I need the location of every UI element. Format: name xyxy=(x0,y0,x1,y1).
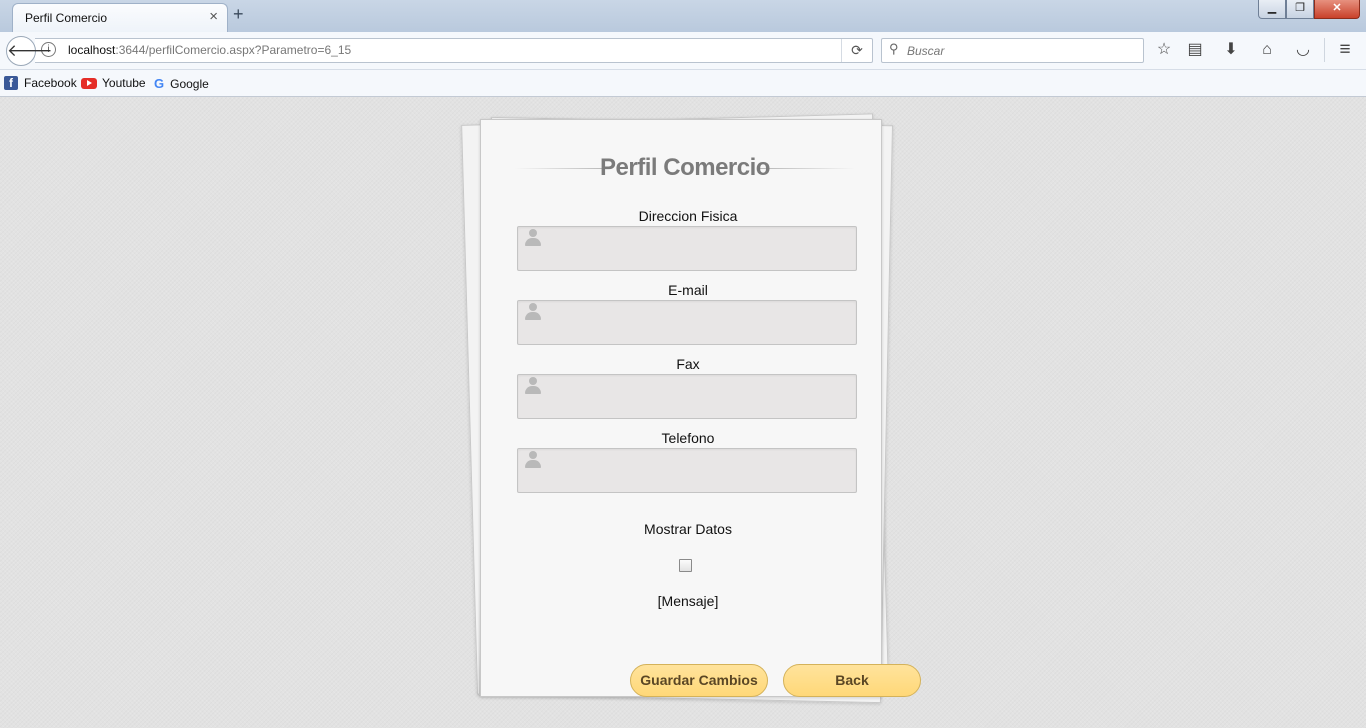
url-path: :3644/perfilComercio.aspx?Parametro=6_15 xyxy=(115,43,352,57)
email-field[interactable] xyxy=(517,300,857,345)
back-button[interactable]: Back xyxy=(783,664,921,697)
profile-form-card: Perfil Comercio Direccion Fisica E-mail … xyxy=(480,119,921,697)
phone-field[interactable] xyxy=(517,448,857,493)
bookmark-label: Google xyxy=(170,76,209,91)
reload-icon[interactable]: ⟳ xyxy=(841,39,872,62)
bookmark-youtube[interactable]: Youtube xyxy=(81,76,146,90)
search-icon: ⚲ xyxy=(889,41,899,56)
bookmark-label: Facebook xyxy=(24,76,77,90)
url-text[interactable]: localhost:3644/perfilComercio.aspx?Param… xyxy=(68,43,351,57)
address-label: Direccion Fisica xyxy=(638,208,738,224)
tab-title: Perfil Comercio xyxy=(25,11,108,25)
bookmarks-toolbar: f Facebook Youtube G Google xyxy=(0,70,1366,97)
window-controls: ▁ ❐ ✕ xyxy=(1258,0,1360,19)
browser-titlebar: Perfil Comercio × + ▁ ❐ ✕ xyxy=(0,0,1366,33)
toolbar-separator xyxy=(1324,38,1325,62)
tab-close-icon[interactable]: × xyxy=(209,8,218,25)
page-content: Perfil Comercio Direccion Fisica E-mail … xyxy=(0,97,1366,728)
close-window-button[interactable]: ✕ xyxy=(1314,0,1360,19)
google-icon: G xyxy=(154,76,165,91)
fax-field[interactable] xyxy=(517,374,857,419)
email-label: E-mail xyxy=(668,282,708,298)
back-arrow-icon[interactable]: 🡐 xyxy=(6,36,53,66)
show-data-label: Mostrar Datos xyxy=(644,521,732,537)
reading-list-icon[interactable]: ▤ xyxy=(1185,40,1205,60)
bookmark-google[interactable]: G Google xyxy=(154,76,209,91)
url-bar[interactable]: i localhost:3644/perfilComercio.aspx?Par… xyxy=(35,38,873,63)
download-icon[interactable]: ⬇ xyxy=(1221,40,1241,60)
user-icon xyxy=(524,377,542,395)
bookmark-facebook[interactable]: f Facebook xyxy=(4,76,77,90)
form-header: Perfil Comercio xyxy=(515,154,855,182)
menu-icon[interactable]: ≡ xyxy=(1335,40,1355,60)
minimize-button[interactable]: ▁ xyxy=(1258,0,1286,19)
restore-button[interactable]: ❐ xyxy=(1286,0,1314,19)
search-placeholder: Buscar xyxy=(907,44,945,58)
show-data-checkbox[interactable] xyxy=(679,559,692,572)
pocket-icon[interactable]: ◡ xyxy=(1293,40,1313,60)
browser-tab[interactable]: Perfil Comercio × xyxy=(12,3,228,33)
address-field[interactable] xyxy=(517,226,857,271)
page-title: Perfil Comercio xyxy=(600,154,770,181)
user-icon xyxy=(524,451,542,469)
phone-label: Telefono xyxy=(661,430,715,446)
new-tab-button[interactable]: + xyxy=(233,4,244,25)
bookmark-label: Youtube xyxy=(102,76,146,90)
save-changes-button[interactable]: Guardar Cambios xyxy=(630,664,768,697)
message-text: [Mensaje] xyxy=(657,593,719,609)
youtube-icon xyxy=(81,77,97,89)
navigation-toolbar: i localhost:3644/perfilComercio.aspx?Par… xyxy=(0,32,1366,70)
search-input[interactable]: ⚲ Buscar xyxy=(881,38,1144,63)
fax-label: Fax xyxy=(676,356,700,372)
user-icon xyxy=(524,229,542,247)
url-host: localhost xyxy=(68,43,116,57)
facebook-icon: f xyxy=(4,76,18,90)
user-icon xyxy=(524,303,542,321)
bookmark-star-icon[interactable]: ☆ xyxy=(1154,40,1174,60)
home-icon[interactable]: ⌂ xyxy=(1257,40,1277,60)
